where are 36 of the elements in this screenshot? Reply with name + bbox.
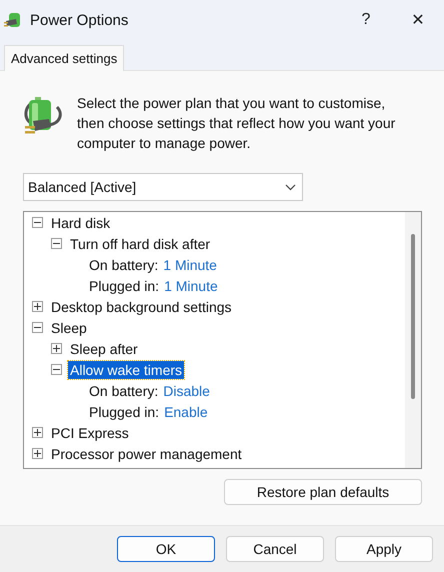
setting-value-link[interactable]: Enable xyxy=(164,404,208,420)
collapse-toggle[interactable] xyxy=(32,322,43,333)
dialog-button[interactable]: Apply xyxy=(335,536,433,562)
tree-item[interactable]: Processor power management xyxy=(49,444,244,462)
tree-item[interactable]: Allow wake timers xyxy=(68,360,184,378)
collapse-toggle[interactable] xyxy=(32,217,43,228)
close-button[interactable]: ✕ xyxy=(392,0,444,40)
collapse-toggle[interactable] xyxy=(51,364,62,375)
tree-item[interactable]: Turn off hard disk after xyxy=(68,234,212,252)
tree-item[interactable]: PCI Express xyxy=(49,424,131,442)
tree-item[interactable]: Hard disk xyxy=(49,214,112,232)
expand-toggle[interactable] xyxy=(32,301,43,312)
dialog-button[interactable]: Cancel xyxy=(226,536,324,562)
scrollbar[interactable] xyxy=(405,212,421,468)
setting-value-link[interactable]: Disable xyxy=(163,382,210,398)
expand-toggle[interactable] xyxy=(32,427,43,438)
help-button[interactable]: ? xyxy=(340,0,392,40)
tree-item[interactable]: Desktop background settings xyxy=(49,298,234,316)
setting-label: Plugged in: xyxy=(89,278,160,294)
collapse-toggle[interactable] xyxy=(51,238,62,249)
setting-value-link[interactable]: 1 Minute xyxy=(163,256,217,272)
setting-label: On battery: xyxy=(89,256,158,272)
plan-dropdown[interactable]: Balanced [Active] xyxy=(23,173,303,201)
setting-label: On battery: xyxy=(89,382,158,398)
intro-text: Select the power plan that you want to customise, then choose settings that reflect how you want your computer to manage power. xyxy=(77,94,396,153)
expand-toggle[interactable] xyxy=(32,448,43,459)
window-title: Power Options xyxy=(30,12,130,28)
tree-item[interactable]: Sleep xyxy=(49,318,89,336)
tab[interactable]: Advanced settings xyxy=(4,45,124,71)
setting-label: Plugged in: xyxy=(89,404,160,420)
expand-toggle[interactable] xyxy=(51,343,62,354)
setting-value-link[interactable]: 1 Minute xyxy=(164,278,218,294)
restore-defaults-button[interactable]: Restore plan defaults xyxy=(224,479,422,505)
tree-item[interactable]: Sleep after xyxy=(68,340,140,358)
dialog-button[interactable]: OK xyxy=(117,536,215,562)
chevron-down-icon xyxy=(285,184,296,190)
